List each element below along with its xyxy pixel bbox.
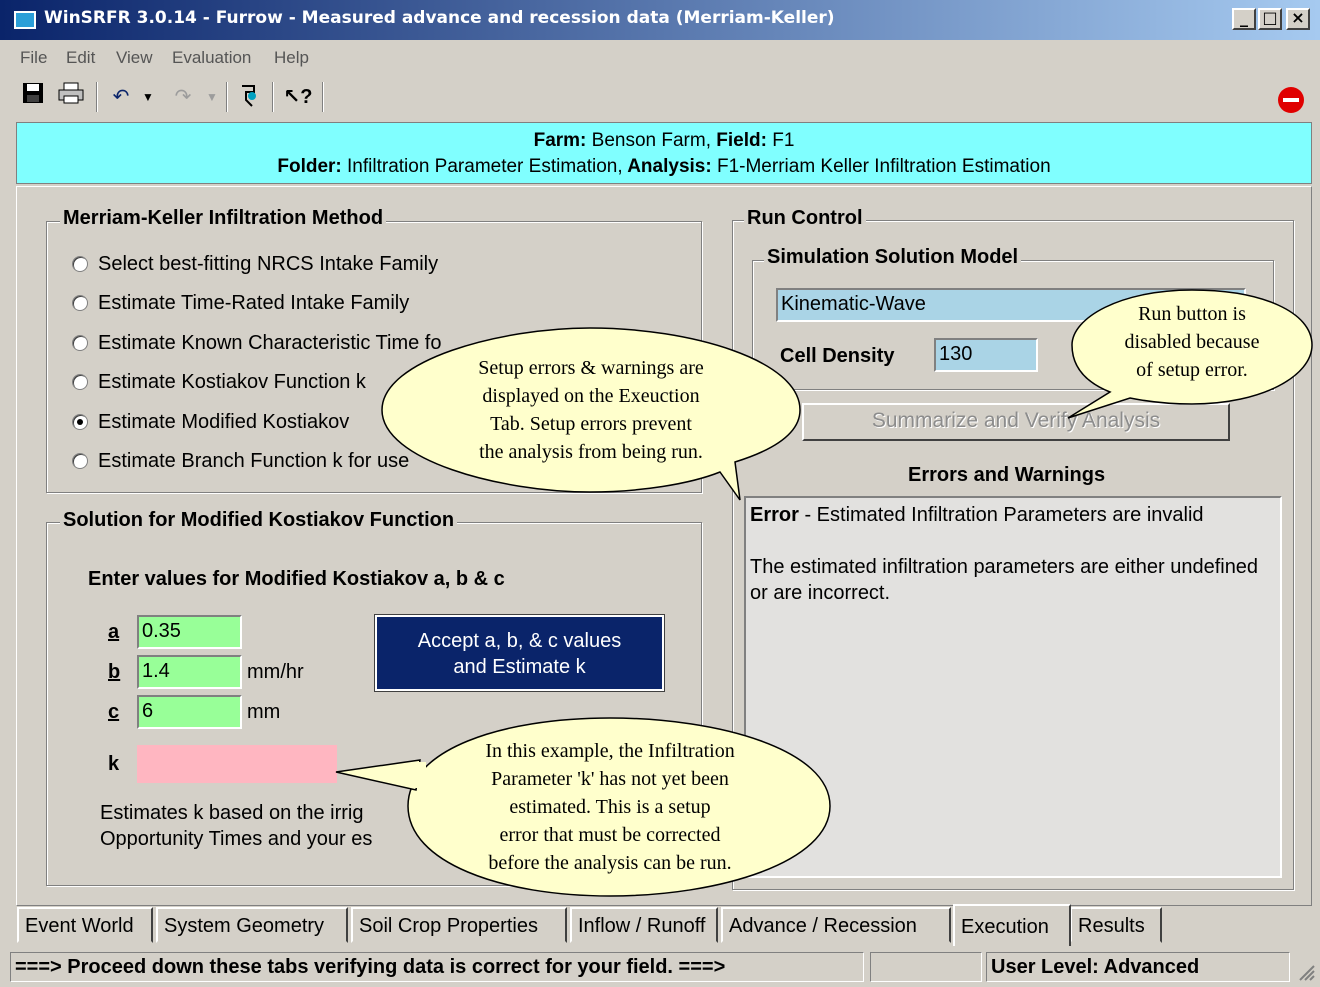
tab-event-world[interactable]: Event World	[17, 907, 153, 943]
setup-callout-text: Setup errors & warnings are displayed on…	[478, 357, 704, 463]
resize-grip-icon[interactable]	[1294, 960, 1316, 982]
tab-soil-crop-properties[interactable]: Soil Crop Properties	[351, 907, 567, 943]
k-callout-text: In this example, the Infiltration Parame…	[485, 740, 735, 874]
status-user-level: User Level: Advanced	[986, 952, 1290, 982]
tab-results[interactable]: Results	[1070, 907, 1162, 943]
tab-system-geometry[interactable]: System Geometry	[156, 907, 348, 943]
k-callout-tail	[335, 759, 421, 791]
tab-inflow-runoff[interactable]: Inflow / Runoff	[570, 907, 718, 943]
status-message: ===> Proceed down these tabs verifying d…	[10, 952, 864, 982]
tab-advance-recession[interactable]: Advance / Recession	[721, 907, 951, 943]
status-empty-panel	[870, 952, 982, 982]
run-callout-text: Run button is disabled because of setup …	[1124, 303, 1260, 381]
tab-execution[interactable]: Execution	[953, 904, 1071, 946]
